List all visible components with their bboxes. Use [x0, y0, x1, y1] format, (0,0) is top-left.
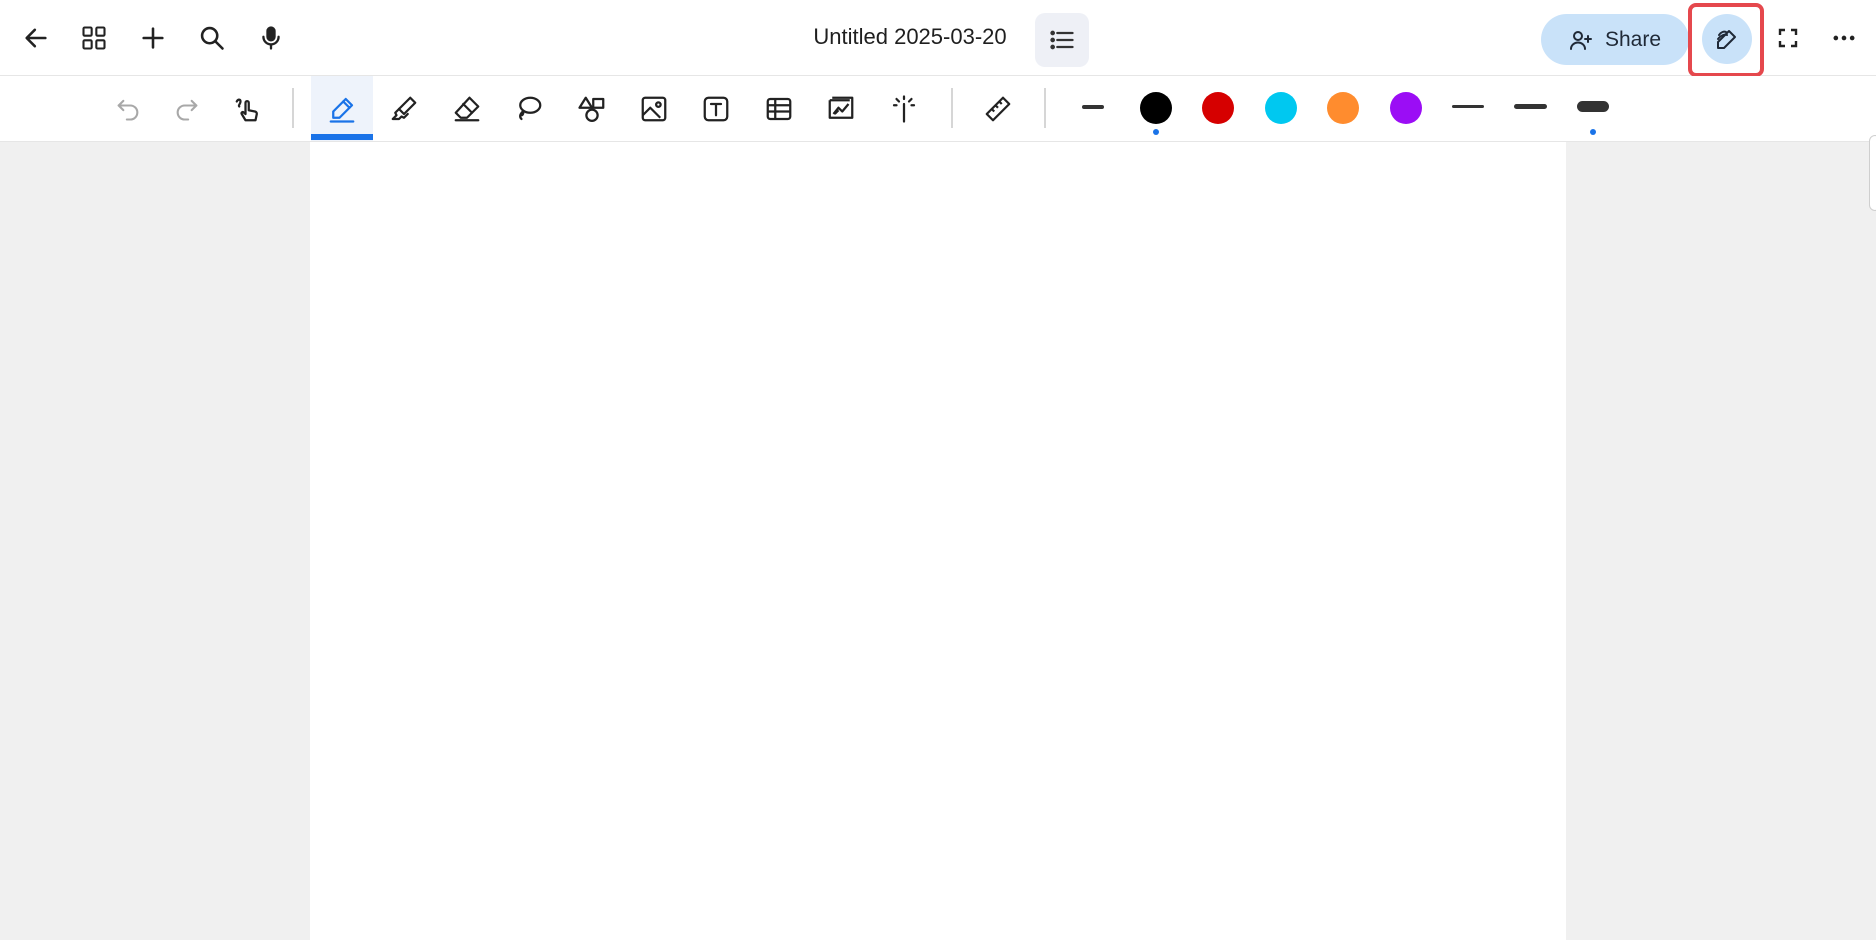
shapes-icon[interactable] — [572, 91, 612, 127]
document-title[interactable]: Untitled 2025-03-20 — [780, 22, 1040, 52]
undo-icon[interactable] — [108, 91, 148, 127]
color-swatch-black[interactable] — [1140, 92, 1172, 124]
touch-draw-icon[interactable] — [228, 91, 268, 127]
laser-pointer-icon[interactable] — [884, 91, 924, 127]
more-horizontal-icon[interactable] — [1824, 18, 1864, 58]
scroll-handle[interactable] — [1869, 135, 1876, 211]
active-tool-indicator — [311, 134, 373, 140]
stroke-minimize-option[interactable] — [1082, 105, 1104, 109]
highlighter-icon[interactable] — [384, 91, 424, 127]
toolbar-separator — [951, 88, 953, 128]
grid-icon[interactable] — [74, 18, 114, 58]
note-canvas[interactable] — [310, 142, 1566, 940]
toolbar-separator — [292, 88, 294, 128]
chart-icon[interactable] — [821, 91, 861, 127]
text-box-icon[interactable] — [696, 91, 736, 127]
color-swatch-purple[interactable] — [1390, 92, 1422, 124]
share-label: Share — [1604, 27, 1662, 51]
lasso-icon[interactable] — [509, 91, 549, 127]
list-icon — [1048, 26, 1076, 54]
share-button[interactable]: Share — [1541, 14, 1689, 65]
redo-icon[interactable] — [167, 91, 207, 127]
back-arrow-icon[interactable] — [16, 18, 56, 58]
pen-icon[interactable] — [322, 91, 362, 127]
image-icon[interactable] — [634, 91, 674, 127]
table-icon[interactable] — [759, 91, 799, 127]
selected-stroke-indicator — [1590, 129, 1596, 135]
ruler-icon[interactable] — [978, 91, 1018, 127]
stroke-width-thin[interactable] — [1452, 105, 1484, 108]
highlight-box — [1688, 3, 1764, 77]
plus-icon[interactable] — [133, 18, 173, 58]
top-app-bar: Untitled 2025-03-20 Share — [0, 0, 1876, 77]
microphone-icon[interactable] — [251, 18, 291, 58]
stroke-width-thick[interactable] — [1577, 101, 1609, 112]
toolbar-separator — [1044, 88, 1046, 128]
search-icon[interactable] — [192, 18, 232, 58]
person-add-icon — [1569, 28, 1593, 52]
color-swatch-red[interactable] — [1202, 92, 1234, 124]
outline-button[interactable] — [1035, 13, 1089, 67]
selected-color-indicator — [1153, 129, 1159, 135]
stroke-width-medium[interactable] — [1514, 104, 1547, 109]
color-swatch-orange[interactable] — [1327, 92, 1359, 124]
fullscreen-icon[interactable] — [1768, 18, 1808, 58]
eraser-icon[interactable] — [447, 91, 487, 127]
color-swatch-cyan[interactable] — [1265, 92, 1297, 124]
